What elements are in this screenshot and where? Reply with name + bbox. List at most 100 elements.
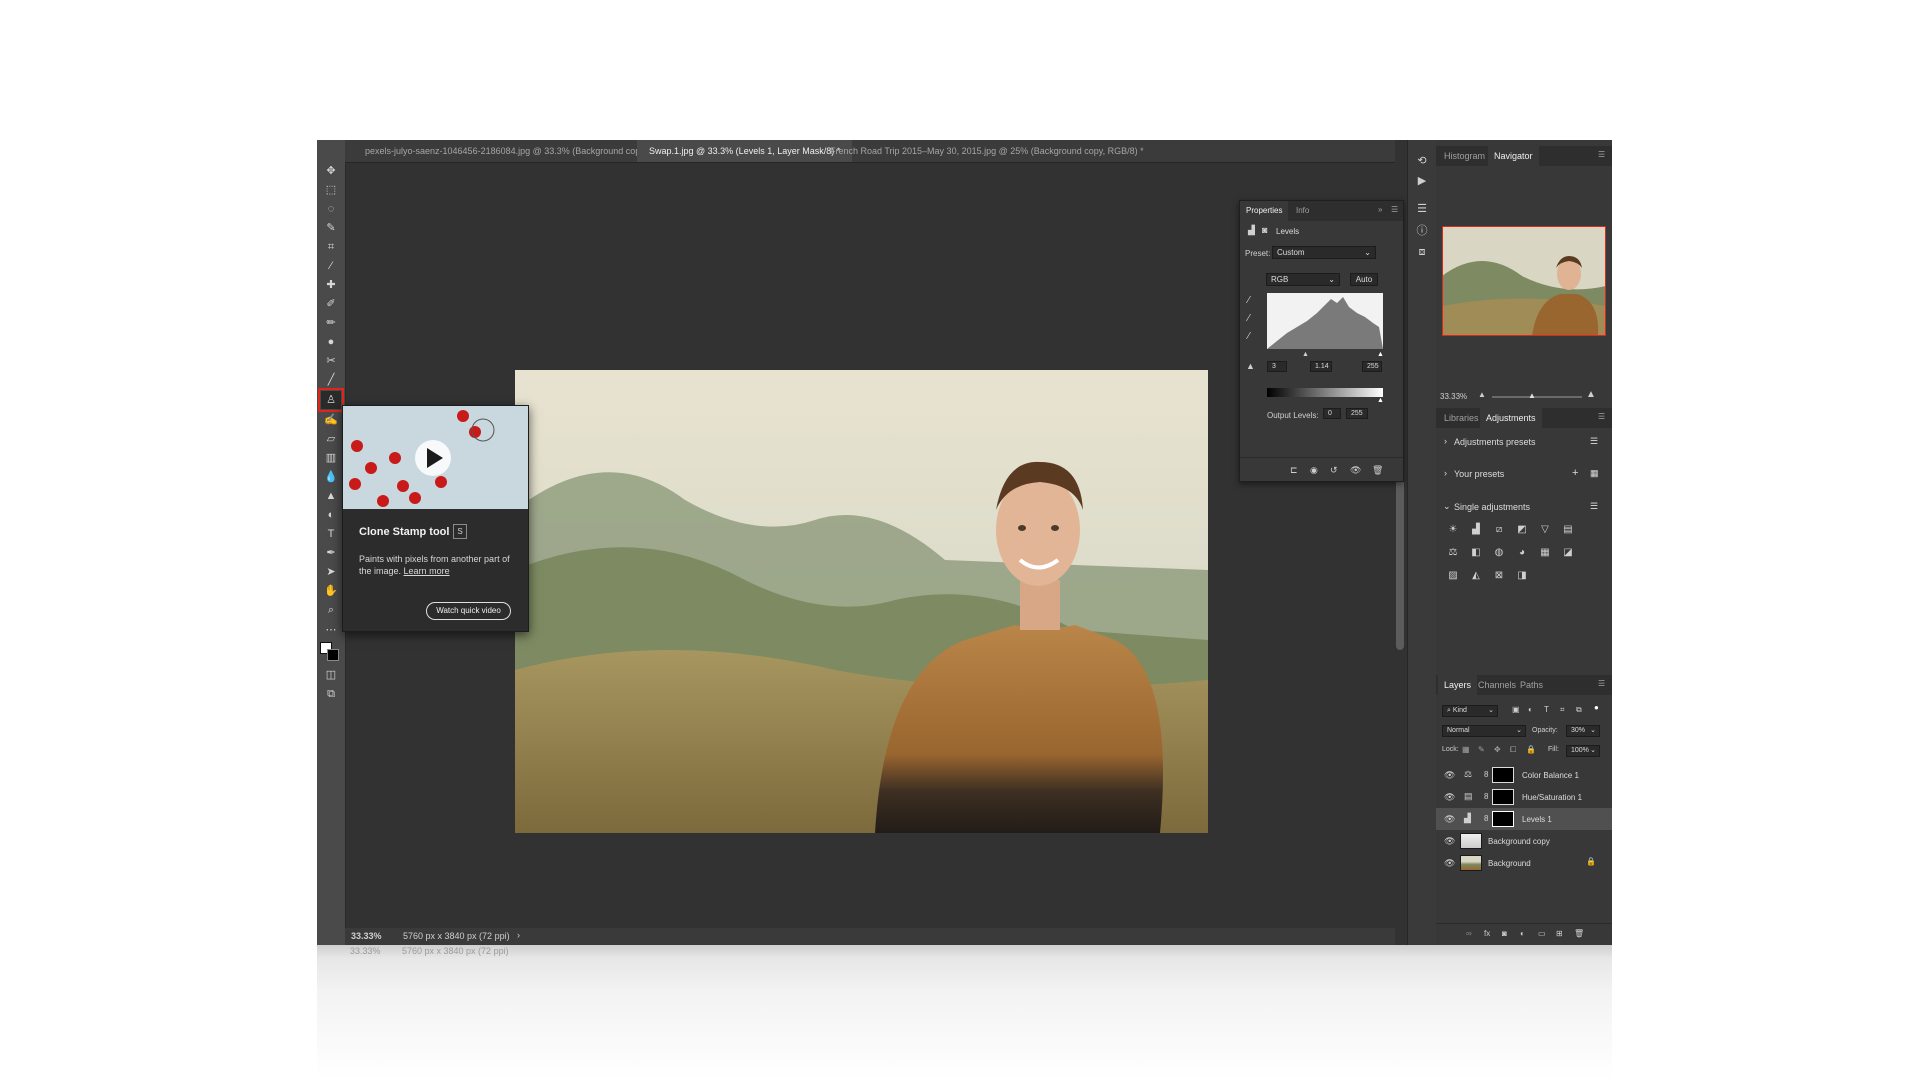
mixer-tool-icon[interactable]: ✂: [321, 352, 341, 370]
layer-name[interactable]: Color Balance 1: [1522, 771, 1579, 780]
layer-row-levels[interactable]: 👁 ▟ 8 Levels 1: [1436, 808, 1612, 830]
lock-all-icon[interactable]: 🔒: [1526, 745, 1536, 754]
levels-adjust-icon[interactable]: ▟: [1469, 524, 1483, 536]
lock-transparent-icon[interactable]: ▦: [1462, 745, 1470, 754]
background-color-swatch[interactable]: [327, 649, 339, 661]
delete-layer-icon[interactable]: 🗑: [1574, 929, 1584, 938]
info-icon[interactable]: ⓘ: [1414, 222, 1430, 238]
blend-mode-select[interactable]: Normal ⌄: [1442, 725, 1526, 737]
type-tool-icon[interactable]: T: [321, 525, 341, 543]
layer-mask-thumbnail[interactable]: [1492, 767, 1514, 783]
lock-position-icon[interactable]: ✥: [1494, 745, 1501, 754]
mask-icon[interactable]: ◙: [1262, 225, 1267, 235]
layer-row-hue-saturation[interactable]: 👁 ▤ 8 Hue/Saturation 1: [1436, 786, 1612, 808]
quick-mask-icon[interactable]: ◫: [321, 666, 341, 684]
visibility-eye-icon[interactable]: 👁: [1444, 792, 1455, 803]
lock-image-icon[interactable]: ✎: [1478, 745, 1485, 754]
crop-tool-icon[interactable]: ⌗: [321, 238, 341, 256]
gamma-slider-handle[interactable]: ▲: [1302, 351, 1309, 358]
tooltip-video-thumbnail[interactable]: [343, 406, 528, 509]
panel-menu-icon[interactable]: ☰: [1598, 680, 1606, 688]
trash-icon[interactable]: 🗑: [1372, 465, 1383, 476]
filter-pixel-icon[interactable]: ▣: [1512, 705, 1520, 714]
layer-kind-filter[interactable]: ⌕ Kind ⌄: [1442, 705, 1498, 717]
quick-selection-tool-icon[interactable]: ✎: [321, 219, 341, 237]
preset-select[interactable]: Custom ⌄: [1272, 246, 1376, 259]
marquee-tool-icon[interactable]: ⬚: [321, 181, 341, 199]
filter-adjustment-icon[interactable]: ◐: [1528, 705, 1533, 714]
posterize-icon[interactable]: ▨: [1446, 570, 1460, 582]
chain-link-icon[interactable]: 8: [1484, 770, 1488, 779]
visibility-eye-icon[interactable]: 👁: [1444, 814, 1455, 825]
selective-color-icon[interactable]: ⊠: [1492, 570, 1506, 582]
sharpen-tool-icon[interactable]: ▲: [321, 487, 341, 505]
layer-name[interactable]: Background: [1488, 859, 1531, 868]
new-group-icon[interactable]: ▭: [1538, 929, 1546, 938]
dodge-tool-icon[interactable]: ◐: [321, 506, 341, 524]
tab-properties[interactable]: Properties: [1240, 201, 1289, 221]
white-slider-handle[interactable]: ▲: [1377, 351, 1384, 358]
auto-button[interactable]: Auto: [1350, 273, 1378, 286]
tab-info[interactable]: Info: [1296, 201, 1309, 221]
hand-tool-icon[interactable]: ✋: [321, 582, 341, 600]
path-selection-tool-icon[interactable]: ➤: [321, 563, 341, 581]
clip-to-layer-icon[interactable]: ⊏: [1290, 465, 1298, 476]
pattern-tool-icon[interactable]: ●: [321, 333, 341, 351]
color-lookup-icon[interactable]: ▦: [1538, 547, 1552, 559]
clone-stamp-tool-icon[interactable]: ♙: [318, 388, 344, 412]
new-layer-icon[interactable]: ⊞: [1556, 929, 1563, 938]
output-white-handle[interactable]: ▲: [1377, 397, 1384, 404]
output-black-field[interactable]: 0: [1323, 408, 1341, 419]
status-arrow[interactable]: ›: [517, 930, 520, 940]
add-mask-icon[interactable]: ◙: [1502, 929, 1507, 938]
chain-link-icon[interactable]: 8: [1484, 792, 1488, 801]
exposure-icon[interactable]: ◩: [1515, 524, 1529, 536]
zoom-slider-handle[interactable]: ▲: [1528, 391, 1536, 400]
black-white-icon[interactable]: ◧: [1469, 547, 1483, 559]
gradient-tool-icon[interactable]: ▥: [321, 449, 341, 467]
gradient-map-icon[interactable]: ◨: [1515, 570, 1529, 582]
smudge-tool-icon[interactable]: ╱: [321, 371, 341, 389]
tab-french-road-trip-document[interactable]: French Road Trip 2015–May 30, 2015.jpg @…: [818, 140, 1156, 162]
lock-artboard-icon[interactable]: ⧠: [1510, 745, 1516, 755]
visibility-eye-icon[interactable]: 👁: [1444, 770, 1455, 781]
history-brush-tool-icon[interactable]: ✍: [321, 411, 341, 429]
layer-mask-thumbnail[interactable]: [1492, 811, 1514, 827]
zoom-slider-track[interactable]: [1492, 396, 1582, 398]
blur-tool-icon[interactable]: 💧: [321, 468, 341, 486]
move-tool-icon[interactable]: ✥: [321, 162, 341, 180]
collapse-panel-icon[interactable]: »: [1378, 205, 1382, 214]
adjustments-sliders-icon[interactable]: ☰: [1414, 202, 1430, 218]
pen-tool-icon[interactable]: ✒: [321, 544, 341, 562]
black-point-eyedropper-icon[interactable]: ⁄: [1248, 295, 1250, 306]
navigator-thumbnail[interactable]: [1442, 226, 1606, 336]
channel-select[interactable]: RGB ⌄: [1266, 273, 1340, 286]
history-icon[interactable]: ⟲: [1414, 154, 1430, 170]
panel-menu-icon[interactable]: ☰: [1598, 413, 1606, 421]
white-point-eyedropper-icon[interactable]: ⁄: [1248, 331, 1250, 342]
layer-row-color-balance[interactable]: 👁 ⚖ 8 Color Balance 1: [1436, 764, 1612, 786]
threshold-icon[interactable]: ◭: [1469, 570, 1483, 582]
tab-libraries[interactable]: Libraries: [1438, 408, 1485, 428]
invert-icon[interactable]: ◪: [1561, 547, 1575, 559]
grid-view-icon[interactable]: ▦: [1590, 468, 1599, 479]
link-layers-icon[interactable]: ∞: [1466, 929, 1472, 938]
document-info[interactable]: 5760 px x 3840 px (72 ppi): [403, 931, 510, 941]
output-white-field[interactable]: 255: [1346, 408, 1368, 419]
watch-quick-video-button[interactable]: Watch quick video: [426, 602, 511, 620]
list-view-icon[interactable]: ☰: [1590, 436, 1598, 447]
actions-play-icon[interactable]: ▶: [1414, 174, 1430, 190]
channel-mixer-icon[interactable]: ◕: [1515, 547, 1529, 559]
input-black-field[interactable]: 3: [1267, 361, 1287, 372]
opacity-field[interactable]: 30% ⌄: [1566, 725, 1600, 737]
zoom-in-icon[interactable]: ▲: [1586, 389, 1596, 400]
healing-brush-tool-icon[interactable]: ✚: [321, 276, 341, 294]
brush-tool-icon[interactable]: ✐: [321, 295, 341, 313]
visibility-eye-icon[interactable]: 👁: [1444, 858, 1455, 869]
hue-saturation-icon[interactable]: ▤: [1561, 524, 1575, 536]
zoom-out-icon[interactable]: ▲: [1478, 390, 1486, 399]
visibility-icon[interactable]: 👁: [1350, 465, 1361, 476]
view-previous-icon[interactable]: ◉: [1310, 465, 1318, 476]
filter-smart-object-icon[interactable]: ⧉: [1576, 705, 1582, 715]
new-adjustment-icon[interactable]: ◐: [1520, 929, 1525, 938]
